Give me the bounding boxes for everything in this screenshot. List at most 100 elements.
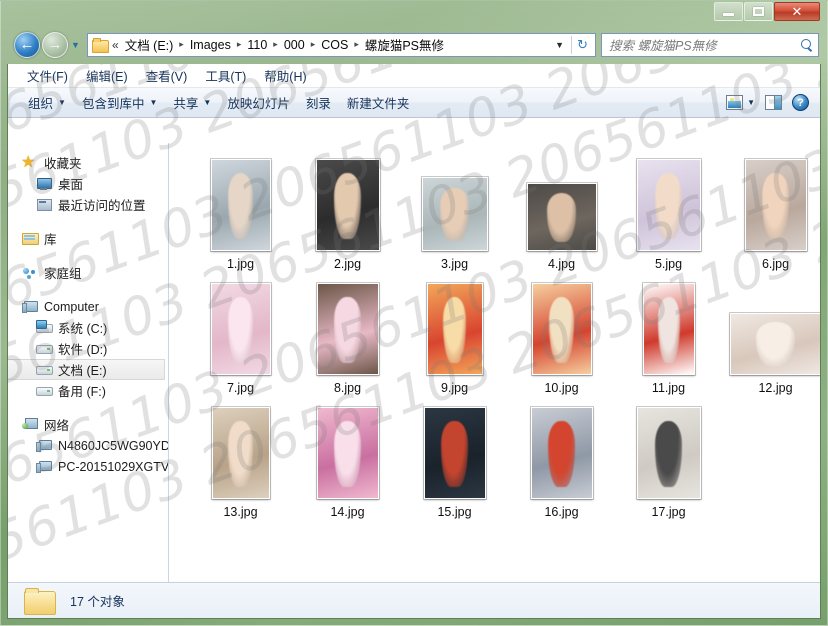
file-thumbnail[interactable]: [530, 407, 593, 499]
back-button[interactable]: ←: [14, 31, 40, 58]
file-tile[interactable]: 15.jpg: [401, 401, 508, 521]
thumbnail-subject: [441, 420, 468, 488]
toolbar-button-label: 刻录: [305, 97, 331, 111]
preview-pane-button[interactable]: [760, 93, 787, 112]
menu-item[interactable]: 工具(T): [196, 64, 255, 87]
thumbnail-subject: [227, 296, 254, 364]
file-tile[interactable]: 14.jpg: [294, 401, 401, 521]
file-tile[interactable]: 12.jpg: [722, 277, 820, 397]
refresh-button[interactable]: ↻: [571, 35, 593, 54]
file-tile[interactable]: 11.jpg: [615, 277, 722, 397]
file-name-label: 6.jpg: [761, 257, 790, 271]
file-thumbnail[interactable]: [729, 313, 820, 375]
file-tile[interactable]: 8.jpg: [294, 277, 401, 397]
file-tile[interactable]: 5.jpg: [615, 153, 722, 273]
thumbnail-wrapper: [210, 153, 271, 251]
file-tile[interactable]: 17.jpg: [615, 401, 722, 521]
file-tile[interactable]: 3.jpg: [401, 153, 508, 273]
drive-icon: [36, 383, 53, 398]
file-thumbnail[interactable]: [315, 159, 380, 251]
breadcrumb-item[interactable]: COS: [319, 36, 350, 54]
sidebar-item-收藏夹[interactable]: 收藏夹: [8, 152, 168, 173]
toolbar-button-label: 放映幻灯片: [227, 97, 290, 111]
file-thumbnail[interactable]: [316, 407, 379, 499]
breadcrumb-item[interactable]: Images: [188, 36, 233, 54]
sidebar-item-computer[interactable]: Computer: [8, 296, 168, 317]
history-dropdown-button[interactable]: ▼: [69, 40, 82, 50]
folder-icon: [22, 587, 56, 615]
file-thumbnail[interactable]: [210, 283, 271, 375]
menu-item[interactable]: 文件(F): [18, 64, 77, 87]
file-thumbnail[interactable]: [211, 407, 270, 499]
sidebar-item-网络[interactable]: 网络: [8, 414, 168, 435]
toolbar-button[interactable]: 新建文件夹: [339, 90, 418, 115]
file-tile[interactable]: 6.jpg: [722, 153, 820, 273]
sidebar-item-桌面[interactable]: 桌面: [8, 173, 168, 194]
file-thumbnail[interactable]: [426, 283, 483, 375]
thumbnail-image: [531, 408, 592, 498]
sidebar-item-label: 收藏夹: [44, 157, 82, 171]
sidebar-item-n4860jc5wg90yd[interactable]: N4860JC5WG90YD: [8, 435, 168, 456]
file-thumbnail[interactable]: [531, 283, 592, 375]
file-tile[interactable]: 13.jpg: [187, 401, 294, 521]
file-thumbnail[interactable]: [423, 407, 486, 499]
title-bar: ✕: [0, 0, 828, 24]
minimize-button[interactable]: [714, 2, 743, 21]
file-thumbnail[interactable]: [744, 159, 807, 251]
sidebar-item-备用 (f:)[interactable]: 备用 (F:): [8, 380, 168, 401]
help-button[interactable]: ?: [787, 92, 814, 113]
toolbar-button[interactable]: 刻录: [298, 90, 339, 115]
sidebar-item-pc-20151029xgtv[interactable]: PC-20151029XGTV: [8, 456, 168, 477]
file-thumbnail[interactable]: [210, 159, 271, 251]
sidebar-item-文档 (e:)[interactable]: 文档 (E:): [8, 359, 165, 380]
file-tile[interactable]: 9.jpg: [401, 277, 508, 397]
sidebar-item-软件 (d:)[interactable]: 软件 (D:): [8, 338, 168, 359]
file-thumbnail[interactable]: [636, 407, 701, 499]
file-tile[interactable]: 2.jpg: [294, 153, 401, 273]
thumbnail-wrapper: [426, 277, 483, 375]
breadcrumb-overflow-button[interactable]: «: [112, 38, 119, 52]
file-list-pane[interactable]: 1.jpg 2.jpg 3.jpg 4.jpg 5.jpg 6.jpg 7.jpg 8.jpg…: [169, 143, 820, 582]
sidebar-item-系统 (c:)[interactable]: 系统 (C:): [8, 317, 168, 338]
file-thumbnail[interactable]: [636, 159, 701, 251]
thumbnail-subject: [227, 172, 254, 240]
breadcrumb-item[interactable]: 文档 (E:): [123, 33, 176, 56]
file-tile[interactable]: 1.jpg: [187, 153, 294, 273]
forward-button[interactable]: →: [42, 31, 68, 58]
file-thumbnail[interactable]: [526, 183, 597, 251]
file-tile[interactable]: 4.jpg: [508, 153, 615, 273]
toolbar-button[interactable]: 包含到库中 ▼: [74, 90, 165, 115]
toolbar-button[interactable]: 共享 ▼: [165, 90, 219, 115]
sidebar-item-最近访问的位置[interactable]: 最近访问的位置: [8, 194, 168, 215]
change-view-button[interactable]: ▼: [721, 93, 760, 112]
breadcrumb-item[interactable]: 110: [245, 36, 269, 54]
search-box[interactable]: 搜索 螺旋猫PS無修: [601, 32, 819, 57]
file-thumbnail[interactable]: [316, 283, 379, 375]
breadcrumb-dropdown-button[interactable]: ▼: [546, 40, 571, 50]
breadcrumb-item[interactable]: 螺旋猫PS無修: [363, 33, 446, 56]
close-button[interactable]: ✕: [774, 2, 820, 21]
sidebar-item-库[interactable]: 库: [8, 228, 168, 249]
sidebar-item-label: Computer: [44, 299, 99, 314]
file-name-label: 7.jpg: [226, 381, 255, 395]
sidebar-item-家庭组[interactable]: 家庭组: [8, 262, 168, 283]
file-tile[interactable]: 7.jpg: [187, 277, 294, 397]
file-name-label: 4.jpg: [547, 257, 576, 271]
file-tile[interactable]: 16.jpg: [508, 401, 615, 521]
breadcrumb-item[interactable]: 000: [282, 36, 307, 54]
thumbnail-subject: [334, 420, 361, 488]
toolbar-button[interactable]: 组织 ▼: [20, 90, 74, 115]
file-thumbnail[interactable]: [642, 283, 695, 375]
toolbar-button[interactable]: 放映幻灯片: [219, 90, 298, 115]
search-input[interactable]: 搜索 螺旋猫PS無修: [609, 35, 800, 54]
menu-item[interactable]: 查看(V): [137, 64, 197, 87]
file-tile[interactable]: 10.jpg: [508, 277, 615, 397]
thumbnail-image: [212, 408, 269, 498]
file-thumbnail[interactable]: [421, 177, 488, 251]
maximize-button[interactable]: [744, 2, 773, 21]
breadcrumb-bar[interactable]: « 文档 (E:) ▸ Images ▸ 110 ▸ 000 ▸ COS ▸ 螺旋猫PS無修 ▼ ↻: [87, 32, 596, 57]
menu-item[interactable]: 编辑(E): [77, 64, 137, 87]
file-name-label: 14.jpg: [330, 505, 365, 519]
thumbnail-subject: [657, 296, 680, 364]
menu-item[interactable]: 帮助(H): [255, 64, 315, 87]
